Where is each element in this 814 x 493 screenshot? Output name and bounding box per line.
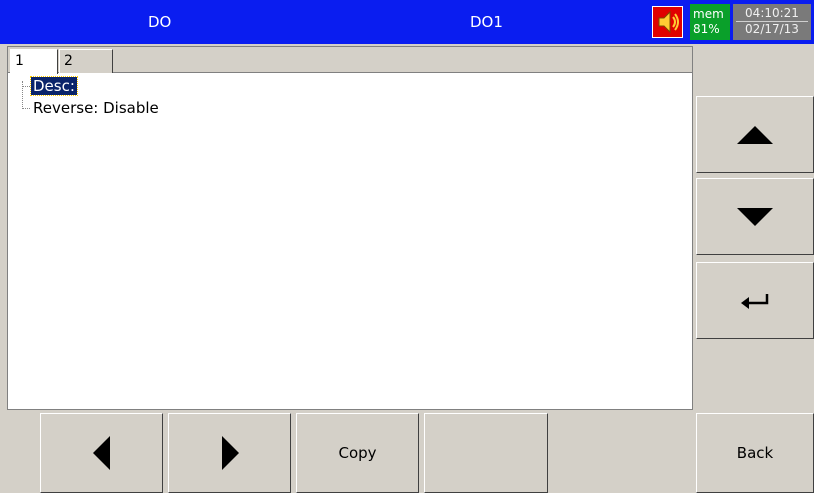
right-arrow-icon: [221, 436, 239, 470]
header-bar: DO DO1 mem 81% 04:10:21 02/17/13: [0, 0, 814, 44]
tree-connector: [22, 86, 30, 87]
back-button[interactable]: Back: [696, 413, 814, 493]
tab-1[interactable]: 1: [10, 49, 58, 74]
screen-title: DO: [148, 13, 172, 31]
next-button[interactable]: [168, 413, 291, 493]
settings-tree: Desc: Reverse: Disable: [8, 75, 692, 409]
speaker-icon[interactable]: [652, 6, 683, 38]
tab-2[interactable]: 2: [59, 49, 113, 73]
blank-button[interactable]: [424, 413, 548, 493]
down-arrow-icon: [737, 207, 773, 226]
enter-button[interactable]: [696, 262, 814, 339]
clock-date: 02/17/13: [745, 22, 799, 36]
left-arrow-icon: [92, 436, 110, 470]
down-button[interactable]: [696, 178, 814, 255]
previous-button[interactable]: [40, 413, 163, 493]
tab-strip: 1 2: [8, 47, 692, 74]
copy-button[interactable]: Copy: [296, 413, 419, 493]
enter-icon: [741, 293, 769, 309]
clock-time: 04:10:21: [736, 6, 808, 22]
channel-title: DO1: [470, 13, 503, 31]
tree-connector: [22, 108, 30, 109]
tree-item-reverse[interactable]: Reverse: Disable: [31, 99, 161, 117]
up-button[interactable]: [696, 96, 814, 173]
memory-indicator: mem 81%: [690, 4, 730, 40]
memory-value: 81%: [693, 22, 720, 36]
up-arrow-icon: [737, 125, 773, 144]
recorder-screen: DO DO1 mem 81% 04:10:21 02/17/13 1 2 Des: [0, 0, 814, 493]
clock: 04:10:21 02/17/13: [733, 4, 811, 40]
content-panel: 1 2 Desc: Reverse: Disable: [7, 46, 693, 410]
tree-item-desc[interactable]: Desc:: [30, 76, 78, 96]
memory-label: mem: [693, 7, 724, 21]
